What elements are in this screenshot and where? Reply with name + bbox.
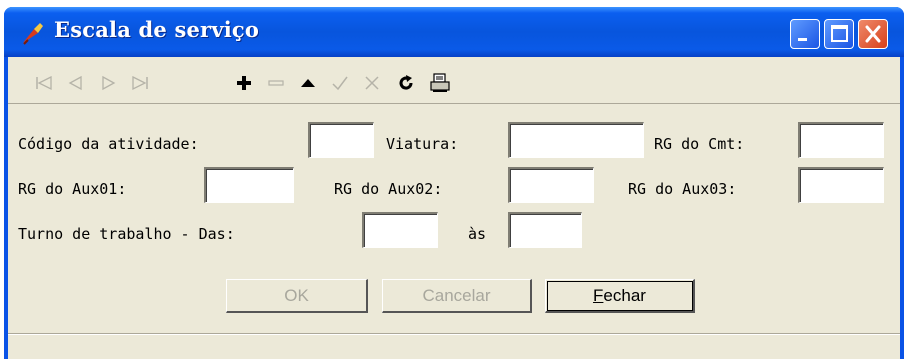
rg-aux01-input[interactable]	[204, 167, 294, 203]
maximize-icon	[831, 25, 848, 42]
minimize-button[interactable]	[790, 19, 820, 49]
window-title: Escala de serviço	[54, 17, 260, 42]
viatura-input[interactable]	[508, 122, 644, 158]
post-button[interactable]	[326, 69, 354, 97]
window-client-area: Código da atividade: Viatura: RG do Cmt:…	[8, 57, 900, 359]
cancel-edit-button[interactable]	[358, 69, 386, 97]
rg-aux02-label: RG do Aux02:	[334, 180, 443, 198]
first-record-icon	[36, 75, 52, 91]
cancel-icon	[365, 76, 379, 90]
delete-icon	[268, 80, 284, 86]
turno-as-input[interactable]	[508, 212, 582, 248]
fechar-label-rest: echar	[603, 285, 646, 305]
insert-icon	[237, 76, 251, 90]
refresh-button[interactable]	[392, 69, 420, 97]
post-icon	[332, 76, 348, 91]
refresh-icon	[399, 75, 413, 90]
ok-button[interactable]: OK	[226, 279, 368, 313]
close-button[interactable]	[858, 19, 888, 49]
rg-cmt-input[interactable]	[798, 122, 884, 158]
db-navigator-toolbar	[8, 63, 900, 104]
edit-icon	[301, 79, 315, 87]
turno-das-input[interactable]	[362, 212, 438, 248]
cancelar-button[interactable]: Cancelar	[382, 279, 532, 313]
codigo-input[interactable]	[308, 122, 374, 158]
turno-label: Turno de trabalho - Das:	[18, 225, 235, 243]
prior-record-button[interactable]	[62, 69, 90, 97]
as-label: às	[468, 225, 487, 243]
last-record-button[interactable]	[126, 69, 154, 97]
last-record-icon	[132, 75, 148, 91]
prior-record-icon	[68, 75, 82, 91]
rg-aux01-label: RG do Aux01:	[18, 180, 127, 198]
fechar-button[interactable]: Fechar	[545, 279, 695, 313]
maximize-button[interactable]	[824, 19, 854, 49]
rg-aux02-input[interactable]	[508, 167, 594, 203]
edit-button[interactable]	[294, 69, 322, 97]
rg-aux03-input[interactable]	[798, 167, 884, 203]
app-icon	[23, 23, 43, 45]
delete-button[interactable]	[262, 69, 290, 97]
print-button[interactable]	[426, 69, 454, 97]
fechar-mnemonic: F	[593, 285, 604, 305]
next-record-button[interactable]	[94, 69, 122, 97]
close-icon	[865, 25, 881, 43]
dialog-window: Escala de serviço Código da atividade: V…	[4, 7, 904, 359]
status-bar	[8, 333, 900, 359]
title-bar[interactable]: Escala de serviço	[4, 7, 904, 57]
rg-aux03-label: RG do Aux03:	[628, 180, 737, 198]
first-record-button[interactable]	[30, 69, 58, 97]
insert-button[interactable]	[230, 69, 258, 97]
next-record-icon	[102, 75, 116, 91]
viatura-label: Viatura:	[386, 135, 459, 153]
minimize-icon	[798, 38, 807, 41]
rg-cmt-label: RG do Cmt:	[654, 135, 745, 153]
codigo-label: Código da atividade:	[18, 135, 199, 153]
form-panel: Código da atividade: Viatura: RG do Cmt:…	[8, 105, 900, 305]
print-icon	[430, 73, 450, 92]
